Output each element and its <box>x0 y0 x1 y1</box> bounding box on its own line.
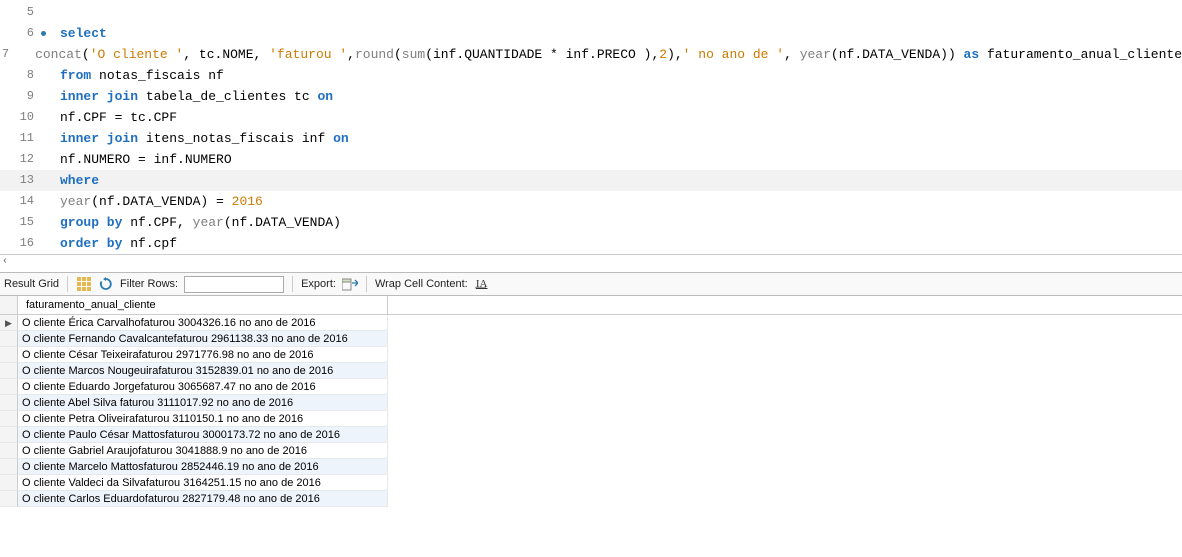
cell[interactable]: O cliente César Teixeirafaturou 2971776.… <box>18 347 388 363</box>
filter-rows-label: Filter Rows: <box>120 278 178 290</box>
editor-line[interactable]: 14year(nf.DATA_VENDA) = 2016 <box>0 191 1182 212</box>
editor-line[interactable]: 9inner join tabela_de_clientes tc on <box>0 86 1182 107</box>
column-header[interactable]: faturamento_anual_cliente <box>18 296 388 314</box>
row-selector[interactable] <box>0 331 18 347</box>
table-row[interactable]: O cliente Gabriel Araujofaturou 3041888.… <box>0 443 1182 459</box>
editor-line[interactable]: 11inner join itens_notas_fiscais inf on <box>0 128 1182 149</box>
cell[interactable]: O cliente Marcos Nougeuirafaturou 315283… <box>18 363 388 379</box>
code-content[interactable]: where <box>42 170 99 191</box>
sql-editor[interactable]: 56select7concat('O cliente ', tc.NOME, '… <box>0 0 1182 254</box>
row-selector[interactable] <box>0 363 18 379</box>
row-selector[interactable] <box>0 411 18 427</box>
line-number: 12 <box>0 149 42 170</box>
line-number: 13 <box>0 170 42 191</box>
code-content[interactable]: from notas_fiscais nf <box>42 65 224 86</box>
table-row[interactable]: O cliente César Teixeirafaturou 2971776.… <box>0 347 1182 363</box>
grid-corner[interactable] <box>0 296 18 314</box>
export-label: Export: <box>301 278 336 290</box>
code-content[interactable]: inner join tabela_de_clientes tc on <box>42 86 333 107</box>
line-number: 5 <box>0 2 42 23</box>
table-row[interactable]: O cliente Petra Oliveirafaturou 3110150.… <box>0 411 1182 427</box>
editor-line[interactable]: 16order by nf.cpf <box>0 233 1182 254</box>
row-selector[interactable] <box>0 395 18 411</box>
result-toolbar: Result Grid Filter Rows: Export: Wrap Ce… <box>0 272 1182 296</box>
code-content[interactable]: nf.CPF = tc.CPF <box>42 107 177 128</box>
row-selector[interactable] <box>0 347 18 363</box>
line-number: 8 <box>0 65 42 86</box>
line-number: 10 <box>0 107 42 128</box>
code-content[interactable]: inner join itens_notas_fiscais inf on <box>42 128 349 149</box>
row-selector[interactable] <box>0 427 18 443</box>
row-selector[interactable] <box>0 443 18 459</box>
cell[interactable]: O cliente Eduardo Jorgefaturou 3065687.4… <box>18 379 388 395</box>
code-content[interactable]: nf.NUMERO = inf.NUMERO <box>42 149 232 170</box>
wrap-cell-icon[interactable]: I̲A̲ <box>474 276 490 292</box>
cell[interactable]: O cliente Fernando Cavalcantefaturou 296… <box>18 331 388 347</box>
table-row[interactable]: O cliente Carlos Eduardofaturou 2827179.… <box>0 491 1182 507</box>
line-number: 9 <box>0 86 42 107</box>
line-number: 15 <box>0 212 42 233</box>
breakpoint-marker-icon <box>41 31 46 36</box>
editor-line[interactable]: 5 <box>0 2 1182 23</box>
line-number: 7 <box>0 44 17 65</box>
table-row[interactable]: O cliente Paulo César Mattosfaturou 3000… <box>0 427 1182 443</box>
result-grid[interactable]: faturamento_anual_cliente ▶O cliente Éri… <box>0 296 1182 557</box>
row-selector[interactable]: ▶ <box>0 315 18 331</box>
code-content[interactable]: group by nf.CPF, year(nf.DATA_VENDA) <box>42 212 341 233</box>
row-selector[interactable] <box>0 379 18 395</box>
export-icon[interactable] <box>342 276 358 292</box>
cell[interactable]: O cliente Carlos Eduardofaturou 2827179.… <box>18 491 388 507</box>
line-number: 11 <box>0 128 42 149</box>
row-selector[interactable] <box>0 475 18 491</box>
editor-line[interactable]: 7concat('O cliente ', tc.NOME, 'faturou … <box>0 44 1182 65</box>
cell[interactable]: O cliente Marcelo Mattosfaturou 2852446.… <box>18 459 388 475</box>
table-row[interactable]: O cliente Fernando Cavalcantefaturou 296… <box>0 331 1182 347</box>
editor-line[interactable]: 12nf.NUMERO = inf.NUMERO <box>0 149 1182 170</box>
line-number: 6 <box>0 23 42 44</box>
cell[interactable]: O cliente Érica Carvalhofaturou 3004326.… <box>18 315 388 331</box>
grid-header-row: faturamento_anual_cliente <box>0 296 1182 315</box>
code-content[interactable]: order by nf.cpf <box>42 233 177 254</box>
line-number: 14 <box>0 191 42 212</box>
refresh-icon[interactable] <box>98 276 114 292</box>
table-row[interactable]: O cliente Valdeci da Silvafaturou 316425… <box>0 475 1182 491</box>
table-row[interactable]: O cliente Abel Silva faturou 3111017.92 … <box>0 395 1182 411</box>
editor-line[interactable]: 6select <box>0 23 1182 44</box>
editor-line[interactable]: 13where <box>0 170 1182 191</box>
wrap-cell-label: Wrap Cell Content: <box>375 278 468 290</box>
pane-divider[interactable]: ‹ <box>0 254 1182 272</box>
code-content[interactable]: select <box>42 23 107 44</box>
result-grid-label: Result Grid <box>4 278 59 290</box>
filter-rows-input[interactable] <box>184 276 284 293</box>
cell[interactable]: O cliente Petra Oliveirafaturou 3110150.… <box>18 411 388 427</box>
table-row[interactable]: O cliente Marcos Nougeuirafaturou 315283… <box>0 363 1182 379</box>
code-content[interactable]: concat('O cliente ', tc.NOME, 'faturou '… <box>17 44 1182 65</box>
editor-line[interactable]: 10nf.CPF = tc.CPF <box>0 107 1182 128</box>
cell[interactable]: O cliente Gabriel Araujofaturou 3041888.… <box>18 443 388 459</box>
editor-line[interactable]: 8from notas_fiscais nf <box>0 65 1182 86</box>
cell[interactable]: O cliente Valdeci da Silvafaturou 316425… <box>18 475 388 491</box>
chevron-left-icon: ‹ <box>2 256 8 267</box>
grid-view-icon[interactable] <box>76 276 92 292</box>
editor-line[interactable]: 15group by nf.CPF, year(nf.DATA_VENDA) <box>0 212 1182 233</box>
row-selector[interactable] <box>0 459 18 475</box>
table-row[interactable]: ▶O cliente Érica Carvalhofaturou 3004326… <box>0 315 1182 331</box>
code-content[interactable] <box>42 2 60 23</box>
cell[interactable]: O cliente Abel Silva faturou 3111017.92 … <box>18 395 388 411</box>
code-content[interactable]: year(nf.DATA_VENDA) = 2016 <box>42 191 263 212</box>
cell[interactable]: O cliente Paulo César Mattosfaturou 3000… <box>18 427 388 443</box>
line-number: 16 <box>0 233 42 254</box>
table-row[interactable]: O cliente Marcelo Mattosfaturou 2852446.… <box>0 459 1182 475</box>
row-selector[interactable] <box>0 491 18 507</box>
table-row[interactable]: O cliente Eduardo Jorgefaturou 3065687.4… <box>0 379 1182 395</box>
